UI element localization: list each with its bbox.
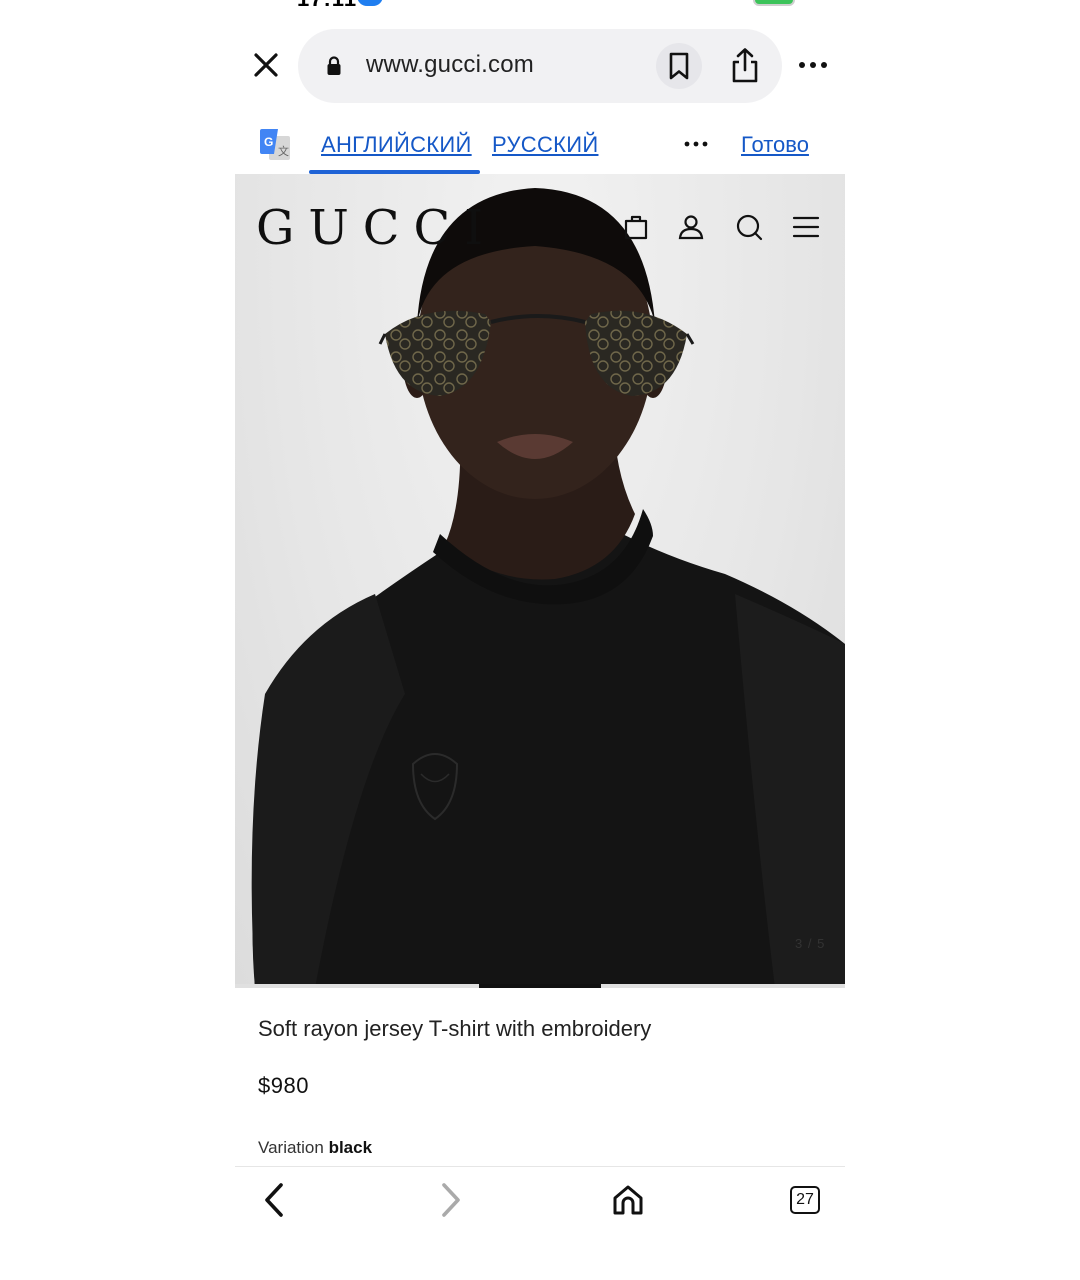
bookmark-button[interactable] — [656, 43, 702, 89]
close-icon — [254, 53, 278, 77]
phone-screen: 17:11 www.gucci.com — [235, 0, 845, 1280]
back-icon[interactable] — [255, 1180, 295, 1220]
translate-bar: G 文 АНГЛИЙСКИЙ РУССКИЙ Готово — [235, 120, 845, 174]
account-icon[interactable] — [676, 212, 706, 242]
battery-icon — [753, 0, 795, 6]
search-icon[interactable] — [734, 212, 764, 242]
close-button[interactable] — [251, 50, 281, 80]
gallery-counter: 3 / 5 — [795, 936, 826, 951]
variation-value: black — [328, 1138, 373, 1157]
variation-label: Variation — [258, 1138, 324, 1157]
toolbar-divider — [235, 1166, 845, 1167]
model-photo — [251, 188, 845, 988]
url-text[interactable]: www.gucci.com — [366, 51, 534, 79]
home-icon[interactable] — [608, 1180, 648, 1220]
bookmark-icon — [669, 52, 689, 80]
source-language-tab[interactable]: АНГЛИЙСКИЙ — [321, 132, 472, 158]
forward-icon[interactable] — [430, 1180, 470, 1220]
product-price: $980 — [258, 1073, 309, 1098]
status-time: 17:11 — [297, 0, 357, 12]
svg-text:文: 文 — [278, 144, 289, 158]
gucci-logo[interactable]: GUCCI — [256, 200, 497, 256]
shopping-bag-icon[interactable] — [621, 212, 651, 242]
lock-icon — [327, 56, 341, 75]
status-bar: 17:11 — [235, 0, 845, 11]
browser-menu-button[interactable] — [795, 50, 831, 80]
translate-more-icon[interactable] — [683, 132, 709, 156]
product-image[interactable]: GUCCI 3 / 5 — [235, 174, 845, 988]
more-icon — [799, 62, 827, 68]
share-icon — [732, 48, 758, 83]
target-language-tab[interactable]: РУССКИЙ — [492, 132, 598, 158]
tabs-button[interactable]: 27 — [790, 1186, 820, 1214]
google-translate-icon: G 文 — [260, 129, 290, 160]
share-button[interactable] — [722, 43, 768, 89]
product-variation: Variation black — [258, 1138, 372, 1158]
location-badge — [357, 0, 383, 6]
menu-icon[interactable] — [791, 212, 821, 242]
product-name: Soft rayon jersey T-shirt with embroider… — [258, 1016, 652, 1041]
address-bar[interactable]: www.gucci.com — [298, 29, 782, 103]
gallery-progress — [235, 984, 845, 988]
gallery-progress-current — [479, 984, 601, 988]
done-button[interactable]: Готово — [741, 132, 809, 158]
svg-text:G: G — [264, 135, 273, 149]
